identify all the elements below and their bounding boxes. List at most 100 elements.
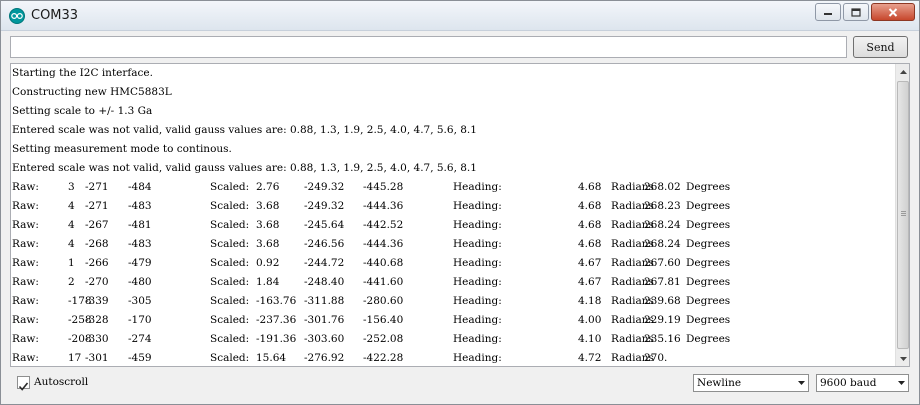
output-cell: 268.02 — [644, 181, 681, 193]
output-line-text: Setting measurement mode to continous. — [12, 143, 232, 155]
output-line: Raw: 4 -268 -483 Scaled: 3.68 -246.56 -444.36 He… — [11, 235, 896, 254]
send-button[interactable]: Send — [853, 36, 908, 58]
output-cell: Scaled: — [210, 181, 250, 193]
output-cell: -444.36 — [363, 200, 404, 212]
serial-monitor-window: COM33 Send Starting the I2C interface. Co… — [0, 0, 920, 405]
line-ending-select[interactable]: Newline — [693, 374, 809, 392]
output-cell: -301 — [85, 352, 109, 364]
output-cell: 4.68 — [578, 200, 602, 212]
autoscroll-checkbox[interactable] — [17, 376, 30, 391]
vertical-scrollbar[interactable] — [895, 64, 909, 366]
output-cell: -191.36 — [256, 333, 297, 345]
close-button[interactable] — [871, 3, 915, 21]
output-line: Raw: 4 -267 -481 Scaled: 3.68 -245.64 -442.52 He… — [11, 216, 896, 235]
output-cell: Raw: — [12, 200, 39, 212]
output-line: Starting the I2C interface. — [11, 64, 896, 83]
output-cell: -303.60 — [304, 333, 345, 345]
output-cell: Raw: — [12, 352, 39, 364]
output-cell: 0.92 — [256, 257, 280, 269]
minimize-button[interactable] — [815, 3, 841, 21]
output-cell: -442.52 — [363, 219, 404, 231]
serial-send-input[interactable] — [10, 36, 847, 58]
output-line: Constructing new HMC5883L — [11, 83, 896, 102]
scrollbar-thumb[interactable] — [897, 81, 909, 349]
output-cell: Degrees — [686, 238, 731, 250]
output-cell: Scaled: — [210, 352, 250, 364]
output-cell: -441.60 — [363, 276, 404, 288]
output-cell: 1 — [68, 257, 75, 269]
output-line: Raw: -208 -330 -274 Scaled: -191.36 -303.60 -25… — [11, 330, 896, 349]
output-cell: Degrees — [686, 276, 731, 288]
line-ending-value: Newline — [697, 377, 742, 389]
output-cell: -330 — [85, 333, 109, 345]
output-line: Entered scale was not valid, valid gauss… — [11, 121, 896, 140]
serial-output-panel[interactable]: Starting the I2C interface. Constructing … — [10, 63, 910, 367]
output-cell: -280.60 — [363, 295, 404, 307]
output-cell: -440.68 — [363, 257, 404, 269]
output-line: Raw: 4 -271 -483 Scaled: 3.68 -249.32 -444.36 He… — [11, 197, 896, 216]
output-line-text: Starting the I2C interface. — [12, 67, 153, 79]
output-cell: -246.56 — [304, 238, 345, 250]
output-cell: -271 — [85, 200, 109, 212]
output-cell: Heading: — [453, 295, 502, 307]
output-cell: -339 — [85, 295, 109, 307]
output-cell: -480 — [128, 276, 152, 288]
output-cell: Raw: — [12, 219, 39, 231]
output-cell: -163.76 — [256, 295, 297, 307]
output-cell: Scaled: — [210, 257, 250, 269]
title-bar[interactable]: COM33 — [1, 1, 919, 31]
output-cell: -266 — [85, 257, 109, 269]
output-cell: -249.32 — [304, 181, 345, 193]
output-cell: 3 — [68, 181, 75, 193]
window-controls — [813, 3, 915, 21]
output-cell: -276.92 — [304, 352, 345, 364]
close-icon — [888, 7, 898, 17]
arduino-logo-icon — [9, 8, 25, 24]
output-cell: 4.18 — [578, 295, 602, 307]
maximize-button[interactable] — [843, 3, 869, 21]
output-cell: -328 — [85, 314, 109, 326]
output-cell: -481 — [128, 219, 152, 231]
window-title: COM33 — [31, 8, 79, 23]
output-cell: 2.76 — [256, 181, 280, 193]
output-cell: Degrees — [686, 219, 731, 231]
maximize-icon — [851, 7, 861, 17]
scroll-up-button[interactable] — [896, 64, 909, 79]
output-cell: 4 — [68, 219, 75, 231]
output-cell: 4.67 — [578, 257, 602, 269]
scrollbar-grip — [901, 215, 906, 216]
output-cell: 4.68 — [578, 238, 602, 250]
output-cell: -248.40 — [304, 276, 345, 288]
output-cell: 4.68 — [578, 219, 602, 231]
output-cell: 3.68 — [256, 219, 280, 231]
output-cell: 267.81 — [644, 276, 681, 288]
output-cell: Heading: — [453, 276, 502, 288]
output-cell: Heading: — [453, 219, 502, 231]
output-cell: Scaled: — [210, 295, 250, 307]
output-cell: Degrees — [686, 181, 731, 193]
output-cell: Scaled: — [210, 200, 250, 212]
output-cell: -479 — [128, 257, 152, 269]
checkmark-icon — [18, 382, 29, 391]
output-cell: Degrees — [686, 295, 731, 307]
arrow-down-icon — [899, 356, 907, 361]
output-cell: Degrees — [686, 333, 731, 345]
baud-rate-select[interactable]: 9600 baud — [816, 374, 909, 392]
arrow-up-icon — [899, 69, 907, 74]
output-cell: -311.88 — [304, 295, 345, 307]
output-cell: Raw: — [12, 276, 39, 288]
output-cell: Heading: — [453, 238, 502, 250]
output-cell: 239.68 — [644, 295, 681, 307]
output-line-text: Setting scale to +/- 1.3 Ga — [12, 105, 153, 117]
output-cell: -270 — [85, 276, 109, 288]
output-cell: 1.84 — [256, 276, 280, 288]
scroll-down-button[interactable] — [896, 351, 909, 366]
output-cell: Raw: — [12, 333, 39, 345]
output-cell: -483 — [128, 200, 152, 212]
output-cell: 15.64 — [256, 352, 287, 364]
output-cell: 3.68 — [256, 238, 280, 250]
output-cell: -444.36 — [363, 238, 404, 250]
output-cell: Degrees — [686, 200, 731, 212]
output-cell: -268 — [85, 238, 109, 250]
output-cell: -484 — [128, 181, 152, 193]
